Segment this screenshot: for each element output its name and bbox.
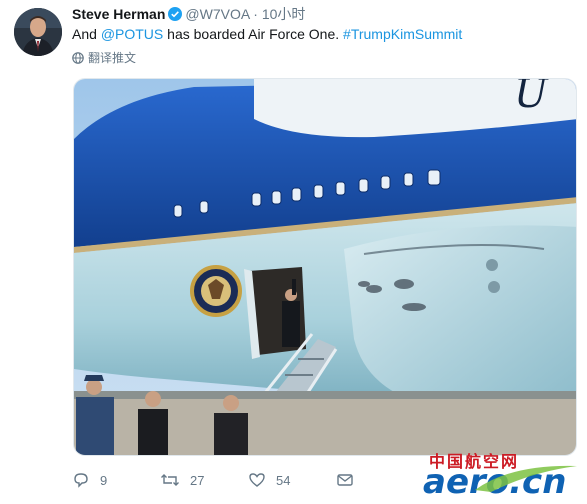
retweet-count: 27 — [190, 472, 205, 488]
tweet-card: Steve Herman @W7VOA · 10小时 And @POTUS has… — [0, 0, 587, 504]
retweet-button[interactable]: 27 — [160, 471, 248, 489]
like-icon — [248, 471, 266, 489]
svg-text:U: U — [514, 79, 549, 117]
author-name[interactable]: Steve Herman — [72, 6, 165, 22]
tweet-text-middle: has boarded Air Force One. — [163, 26, 344, 42]
like-count: 54 — [276, 472, 291, 488]
globe-icon — [72, 52, 84, 64]
hashtag-link[interactable]: #TrumpKimSummit — [343, 26, 462, 42]
tweet-photo[interactable]: U — [73, 78, 577, 456]
dm-icon — [336, 471, 354, 489]
mention-link[interactable]: @POTUS — [101, 26, 163, 42]
like-button[interactable]: 54 — [248, 471, 336, 489]
reply-button[interactable]: 9 — [72, 471, 160, 489]
verified-badge-icon — [168, 7, 183, 21]
reply-icon — [72, 471, 90, 489]
retweet-icon — [160, 471, 180, 489]
separator-dot: · — [253, 6, 258, 22]
tweet-text-prefix: And — [72, 26, 101, 42]
translate-label: 翻译推文 — [88, 51, 137, 65]
tweet-actions: 9 27 54 — [72, 470, 424, 490]
watermark-swoosh-icon — [475, 465, 577, 492]
direct-message-button[interactable] — [336, 471, 424, 489]
tweet-header: Steve Herman @W7VOA · 10小时 — [72, 5, 305, 23]
translate-tweet-link[interactable]: 翻译推文 — [72, 50, 136, 66]
tweet-text: And @POTUS has boarded Air Force One. #T… — [72, 25, 462, 43]
reply-count: 9 — [100, 472, 108, 488]
author-avatar[interactable] — [14, 8, 62, 56]
site-watermark: 中国航空网 aero.cn — [423, 448, 581, 502]
tweet-timestamp[interactable]: 10小时 — [262, 6, 306, 22]
author-handle[interactable]: @W7VOA — [185, 6, 249, 22]
